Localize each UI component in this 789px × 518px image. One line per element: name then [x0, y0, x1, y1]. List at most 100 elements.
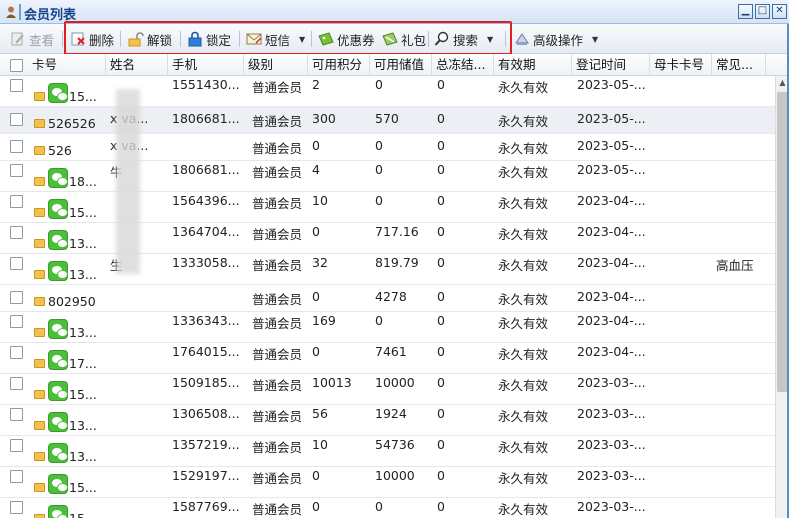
wechat-icon [48, 230, 68, 250]
column-header-available-points[interactable]: 可用积分 [308, 54, 370, 76]
row-checkbox[interactable] [10, 195, 23, 208]
table-row[interactable]: 13... 1336343... 普通会员 169 0 0 永久有效 2023-04-... [0, 312, 775, 343]
phone-cell: 1306508... [172, 406, 240, 421]
card-no-cell: 15... [69, 89, 97, 104]
card-lock-icon [34, 483, 45, 492]
phone-cell: 1587769... [172, 499, 240, 514]
close-button[interactable]: ✕ [772, 4, 787, 19]
table-row[interactable]: 17... 1764015... 普通会员 0 7461 0 永久有效 2023-04-... [0, 343, 775, 374]
register-time-cell: 2023-04-... [577, 193, 646, 208]
row-checkbox[interactable] [10, 346, 23, 359]
minimize-button[interactable]: ▁ [738, 4, 753, 19]
table-row[interactable]: 15... 1529197... 普通会员 0 10000 0 永久有效 2023-03-..… [0, 467, 775, 498]
validity-cell: 永久有效 [498, 80, 549, 95]
wechat-icon [48, 412, 68, 432]
select-all-checkbox[interactable] [10, 59, 23, 72]
register-time-cell: 2023-05-... [577, 77, 646, 92]
register-time-cell: 2023-04-... [577, 344, 646, 359]
column-header-register-time[interactable]: 登记时间 [572, 54, 650, 76]
wechat-icon [48, 443, 68, 463]
card-lock-icon [34, 208, 45, 217]
wechat-icon [48, 505, 68, 518]
wechat-icon [48, 350, 68, 370]
column-header-validity[interactable]: 有效期 [494, 54, 572, 76]
view-label: 查看 [29, 32, 55, 48]
phone-cell: 1551430... [172, 77, 240, 92]
register-time-cell: 2023-05-... [577, 138, 646, 153]
row-checkbox[interactable] [10, 257, 23, 270]
card-lock-icon [34, 359, 45, 368]
card-no-cell: 13... [69, 418, 97, 433]
column-header-parent-card[interactable]: 母卡卡号 [650, 54, 712, 76]
card-lock-icon [34, 390, 45, 399]
card-lock-icon [34, 119, 45, 128]
row-checkbox[interactable] [10, 439, 23, 452]
register-time-cell: 2023-05-... [577, 162, 646, 177]
register-time-cell: 2023-04-... [577, 289, 646, 304]
phone-cell: 1529197... [172, 468, 240, 483]
table-row[interactable]: 13... 1357219... 普通会员 10 54736 0 永久有效 2023-03-.… [0, 436, 775, 467]
common-cell: 高血压 [716, 258, 754, 273]
privacy-blur-mask [116, 89, 140, 274]
phone-cell: 1364704... [172, 224, 240, 239]
validity-cell: 永久有效 [498, 165, 549, 180]
card-no-cell: 13... [69, 267, 97, 282]
table-row[interactable]: 802950 普通会员 0 4278 0 永久有效 2023-04-... [0, 285, 775, 312]
card-no-cell: 15... [69, 511, 106, 518]
card-lock-icon [34, 514, 45, 518]
column-header-available-balance[interactable]: 可用储值 [370, 54, 432, 76]
register-time-cell: 2023-03-... [577, 406, 646, 421]
validity-cell: 永久有效 [498, 502, 549, 517]
card-lock-icon [34, 328, 45, 337]
phone-cell: 1509185... [172, 375, 240, 390]
row-checkbox[interactable] [10, 315, 23, 328]
table-row[interactable]: 15... 1509185... 普通会员 10013 10000 0 永久有效 2023-0… [0, 374, 775, 405]
column-header-name[interactable]: 姓名 [106, 54, 168, 76]
card-lock-icon [34, 92, 45, 101]
row-checkbox[interactable] [10, 291, 23, 304]
card-no-cell: 802950 [48, 294, 96, 309]
register-time-cell: 2023-03-... [577, 468, 646, 483]
card-lock-icon [34, 452, 45, 461]
view-button[interactable]: 查看 [10, 28, 54, 50]
validity-cell: 永久有效 [498, 141, 549, 156]
row-checkbox[interactable] [10, 140, 23, 153]
column-header-card-no[interactable]: 卡号 [28, 54, 106, 76]
validity-cell: 永久有效 [498, 378, 549, 393]
register-time-cell: 2023-03-... [577, 499, 646, 514]
column-header-level[interactable]: 级别 [244, 54, 308, 76]
card-no-cell: 526526 [48, 116, 96, 131]
table-row[interactable]: 13... 1306508... 普通会员 56 1924 0 永久有效 2023-03-..… [0, 405, 775, 436]
wechat-icon [48, 168, 68, 188]
table-row[interactable]: 15...1587769...普通会员000永久有效2023-03-... [0, 498, 775, 518]
validity-cell: 永久有效 [498, 316, 549, 331]
phone-cell: 1357219... [172, 437, 240, 452]
validity-cell: 永久有效 [498, 292, 549, 307]
advanced-operations-icon [515, 33, 529, 45]
column-header-total-frozen[interactable]: 总冻结... [432, 54, 494, 76]
maximize-button[interactable]: □ [755, 4, 770, 19]
row-checkbox[interactable] [10, 164, 23, 177]
row-checkbox[interactable] [10, 377, 23, 390]
advanced-dropdown-arrow-icon[interactable]: ▼ [592, 35, 598, 44]
column-header-common[interactable]: 常见... [712, 54, 766, 76]
toolbar-divider [62, 31, 63, 47]
wechat-icon [48, 381, 68, 401]
row-checkbox[interactable] [10, 79, 23, 92]
card-no-cell: 526 [48, 143, 72, 158]
row-checkbox[interactable] [10, 113, 23, 126]
card-no-cell: 15... [69, 480, 97, 495]
row-checkbox[interactable] [10, 470, 23, 483]
row-checkbox[interactable] [10, 501, 23, 514]
row-checkbox[interactable] [10, 408, 23, 421]
validity-cell: 永久有效 [498, 114, 549, 129]
advanced-operations-label: 高级操作 [533, 32, 584, 48]
row-checkbox[interactable] [10, 226, 23, 239]
validity-cell: 永久有效 [498, 196, 549, 211]
column-header-phone[interactable]: 手机 [168, 54, 244, 76]
advanced-operations-button[interactable]: 高级操作 ▼ [514, 28, 598, 50]
card-lock-icon [34, 146, 45, 155]
register-time-cell: 2023-04-... [577, 255, 646, 270]
title-divider [19, 4, 21, 20]
register-time-cell: 2023-04-... [577, 224, 646, 239]
